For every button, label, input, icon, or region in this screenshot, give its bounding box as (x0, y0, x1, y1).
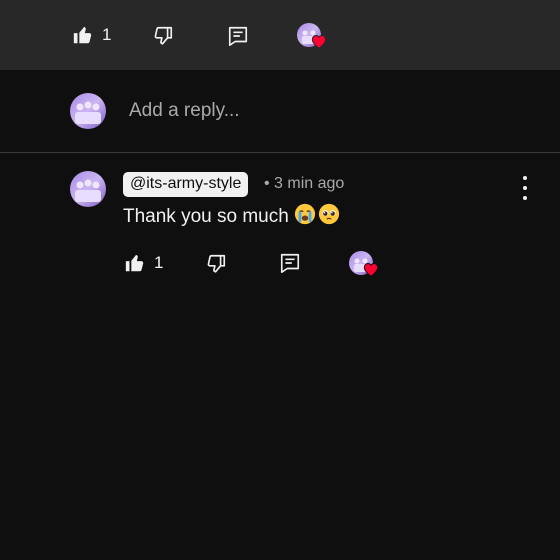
like-count: 1 (102, 25, 112, 44)
user-avatar (70, 93, 106, 129)
comment-reply-button[interactable] (279, 252, 301, 274)
divider (0, 152, 560, 153)
thumbs-down-icon (207, 254, 226, 273)
comment-icon (228, 26, 248, 46)
like-button[interactable]: 1 (72, 24, 111, 46)
commenter-avatar[interactable] (70, 171, 106, 207)
comment-icon (280, 253, 300, 273)
comment-text: Thank you so much (123, 206, 289, 227)
dislike-button[interactable] (152, 25, 174, 47)
loudly-crying-face-icon (294, 203, 316, 231)
pleading-face-icon (318, 203, 340, 231)
thumbs-up-filled-icon (125, 254, 144, 272)
thumbs-down-icon (154, 26, 173, 45)
comment-dislike-button[interactable] (205, 253, 227, 275)
parent-comment-actions-bar: 1 (0, 0, 560, 70)
comment-like-button[interactable]: 1 (124, 252, 163, 274)
comment-timestamp: • 3 min ago (264, 175, 345, 192)
commenter-handle[interactable]: @its-army-style (123, 172, 249, 197)
heart-icon[interactable] (311, 34, 327, 54)
more-vertical-icon[interactable] (515, 176, 535, 200)
heart-icon[interactable] (363, 262, 379, 282)
reply-button[interactable] (227, 25, 249, 47)
thumbs-up-filled-icon (73, 26, 92, 44)
comment-body: Thank you so much (123, 203, 340, 231)
comment-like-count: 1 (154, 253, 164, 272)
add-reply-input[interactable]: Add a reply... (129, 100, 240, 122)
